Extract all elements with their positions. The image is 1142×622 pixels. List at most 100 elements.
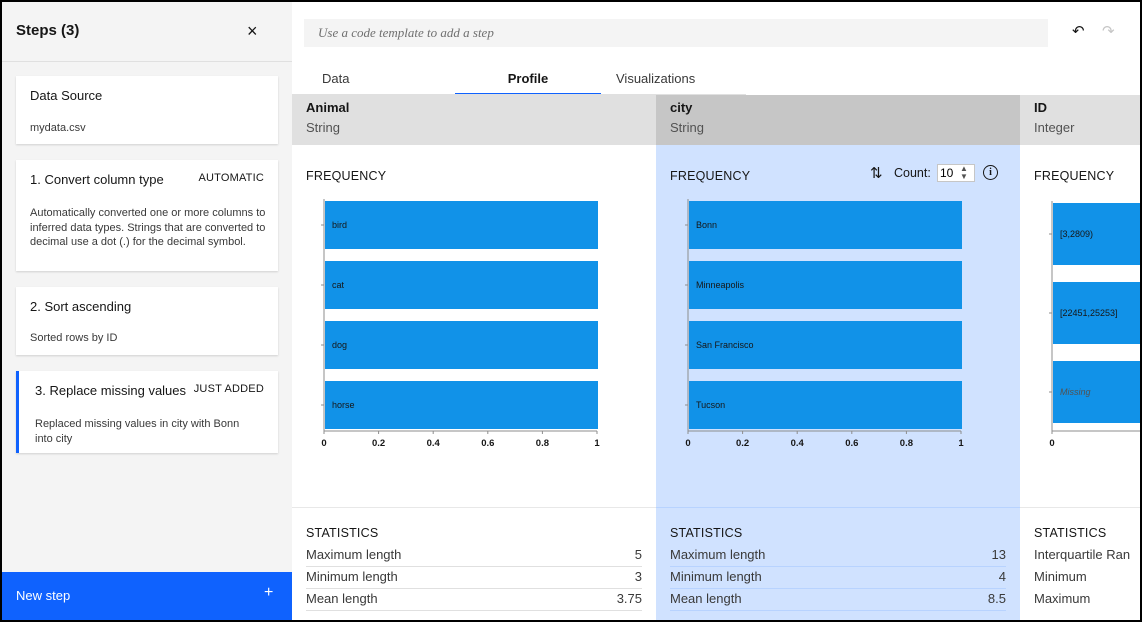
stat-row: Mean length 3.75	[306, 589, 642, 611]
frequency-chart-animal: bird cat dog horse 0 0.2 0.4 0.6 0.8 1	[321, 199, 600, 449]
x-tick-label: 0.6	[845, 438, 858, 449]
close-icon[interactable]: ×	[247, 20, 258, 42]
tab-visualizations[interactable]: Visualizations	[598, 62, 748, 95]
column-type: String	[306, 120, 340, 135]
undo-icon[interactable]: ↶	[1072, 22, 1085, 42]
stat-row: Maximum	[1034, 589, 1140, 611]
count-stepper[interactable]	[937, 164, 975, 182]
category-label: [22451,25253]	[1060, 308, 1118, 318]
x-tick-label: 1	[958, 438, 964, 449]
stat-value: 3	[634, 569, 642, 584]
x-tick-label: 0.4	[427, 438, 441, 449]
step-subtitle: mydata.csv	[30, 122, 86, 134]
step-card-convert-column-type[interactable]: 1. Convert column type AUTOMATIC Automat…	[16, 160, 278, 271]
bar[interactable]	[325, 201, 598, 249]
steps-sidebar: Steps (3) × Data Source mydata.csv 1. Co…	[2, 2, 292, 620]
step-card-replace-missing-values[interactable]: 3. Replace missing values JUST ADDED Rep…	[16, 371, 278, 453]
category-label: Tucson	[696, 400, 725, 410]
redo-icon[interactable]: ↷	[1102, 22, 1115, 42]
sidebar-header: Steps (3) ×	[2, 2, 292, 62]
step-title: Data Source	[30, 88, 103, 103]
sort-icon[interactable]: ⇅	[870, 164, 883, 182]
column-name: city	[670, 100, 693, 115]
statistics-label: STATISTICS	[1034, 526, 1107, 540]
main-panel: ↶ ↷ Data Profile Visualizations Animal S…	[292, 2, 1140, 620]
bar[interactable]	[689, 201, 962, 249]
step-card-data-source[interactable]: Data Source mydata.csv	[16, 76, 278, 144]
step-subtitle: Sorted rows by ID	[30, 332, 118, 344]
stat-name: Mean length	[306, 591, 378, 606]
profile-column-city[interactable]: city String FREQUENCY ⇅ Count: ▲▼ i Bonn…	[656, 95, 1020, 620]
step-title: 1. Convert column type	[30, 172, 164, 187]
plus-icon: +	[264, 584, 274, 601]
x-tick-label: 0.8	[900, 438, 913, 449]
stepper-arrows-icon[interactable]: ▲ ▼	[960, 165, 968, 181]
category-label: dog	[332, 340, 347, 350]
stat-name: Interquartile Ran	[1034, 547, 1131, 562]
step-title: 2. Sort ascending	[30, 299, 132, 314]
stat-name: Maximum length	[306, 547, 402, 562]
frequency-label: FREQUENCY	[1034, 169, 1115, 183]
stat-value: 4	[998, 569, 1006, 584]
category-label: cat	[332, 280, 345, 290]
stat-row: Interquartile Ran	[1034, 545, 1140, 567]
bar[interactable]	[325, 381, 598, 429]
tab-data[interactable]: Data	[304, 62, 444, 95]
divider	[1020, 507, 1140, 508]
frequency-label: FREQUENCY	[306, 169, 387, 183]
category-label: Minneapolis	[696, 280, 745, 290]
column-type: Integer	[1034, 120, 1075, 135]
divider	[656, 507, 1020, 508]
new-step-button[interactable]: New step +	[2, 572, 292, 620]
step-description: Replaced missing values in city with Bon…	[35, 418, 240, 445]
step-card-sort-ascending[interactable]: 2. Sort ascending Sorted rows by ID	[16, 287, 278, 355]
stat-row: Maximum length 13	[670, 545, 1006, 567]
x-tick-label: 0	[685, 438, 690, 449]
column-header: ID Integer	[1020, 95, 1140, 145]
category-label: Missing	[1060, 387, 1091, 397]
stat-value: 8.5	[987, 591, 1006, 606]
tab-profile[interactable]: Profile	[455, 62, 601, 95]
frequency-chart-id: [3,2809)[22451,25253]Missing00.5	[1049, 201, 1140, 449]
step-title: 3. Replace missing values	[35, 383, 187, 398]
stat-name: Minimum length	[670, 569, 762, 584]
stat-name: Maximum	[1034, 591, 1091, 606]
stat-value: 5	[634, 547, 642, 562]
x-tick-label: 0.8	[536, 438, 549, 449]
step-tag: AUTOMATIC	[198, 172, 264, 184]
column-header: city String	[656, 95, 1020, 145]
stat-row: Minimum length 4	[670, 567, 1006, 589]
category-label: horse	[332, 400, 355, 410]
bar[interactable]	[325, 261, 598, 309]
statistics-label: STATISTICS	[670, 526, 743, 540]
info-icon[interactable]: i	[983, 165, 998, 180]
x-tick-label: 0.4	[791, 438, 805, 449]
count-label: Count:	[894, 166, 931, 180]
frequency-chart-city: Bonn Minneapolis San Francisco Tucson 0 0.2 0.…	[685, 199, 964, 449]
x-tick-label: 0.2	[372, 438, 385, 449]
profile-column-id: ID Integer FREQUENCY [3,2809) [22451,2525…	[1020, 95, 1140, 620]
column-name: ID	[1034, 100, 1047, 115]
divider	[292, 507, 656, 508]
x-tick-label: 1	[594, 438, 600, 449]
stat-row: Maximum length 5	[306, 545, 642, 567]
stat-value: 3.75	[616, 591, 642, 606]
new-step-label: New step	[16, 588, 71, 603]
x-tick-label: 0.2	[736, 438, 749, 449]
stat-row: Minimum	[1034, 567, 1140, 589]
stat-name: Minimum	[1034, 569, 1087, 584]
category-label: Bonn	[696, 220, 717, 230]
bar[interactable]	[325, 321, 598, 369]
frequency-label: FREQUENCY	[670, 169, 751, 183]
code-template-input[interactable]	[304, 19, 1048, 47]
step-tag: JUST ADDED	[193, 383, 264, 395]
x-tick-label: 0.6	[481, 438, 494, 449]
column-name: Animal	[306, 100, 350, 115]
app-window: Steps (3) × Data Source mydata.csv 1. Co…	[0, 0, 1142, 622]
category-label: [3,2809)	[1060, 229, 1093, 239]
bar[interactable]	[689, 381, 962, 429]
stat-name: Maximum length	[670, 547, 766, 562]
profile-column-animal: Animal String FREQUENCY bird cat dog horse 0…	[292, 95, 656, 620]
category-label: bird	[332, 220, 347, 230]
stat-name: Mean length	[670, 591, 742, 606]
